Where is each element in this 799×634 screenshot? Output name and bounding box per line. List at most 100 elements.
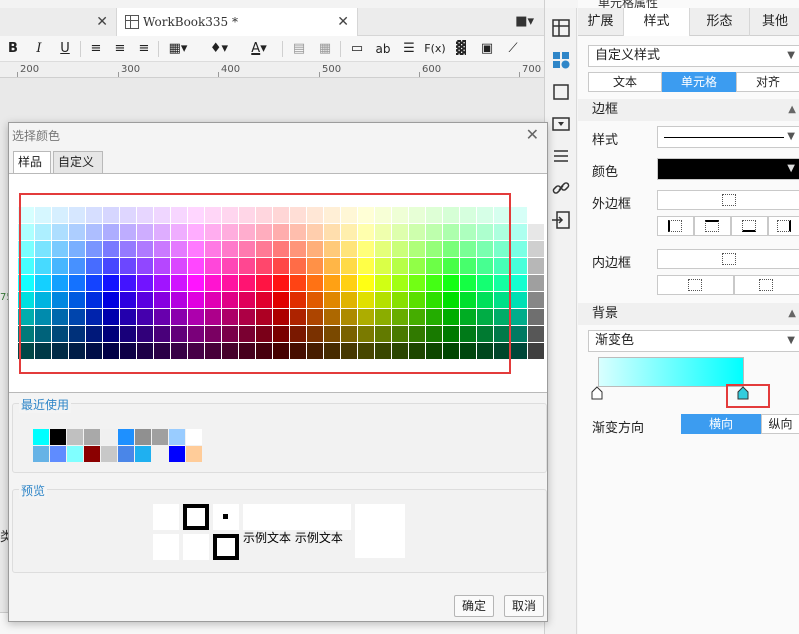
inner-vertical-icon — [759, 279, 773, 291]
color-swatch[interactable] — [511, 343, 527, 359]
color-swatch[interactable] — [511, 258, 527, 274]
subtab-text[interactable]: 文本 — [588, 72, 662, 92]
color-swatch[interactable] — [528, 224, 544, 240]
bold-button[interactable]: B — [6, 39, 20, 59]
recent-color-swatch[interactable] — [186, 429, 202, 445]
list-icon[interactable] — [551, 146, 571, 166]
chart-icon[interactable]: ▓ — [452, 39, 470, 59]
color-swatch[interactable] — [511, 241, 527, 257]
split-cells-icon[interactable]: ▦ — [316, 39, 334, 59]
color-swatch[interactable] — [511, 326, 527, 342]
tab-samples[interactable]: 样品 — [13, 151, 51, 174]
color-swatch[interactable] — [528, 241, 544, 257]
slash-icon[interactable]: ⟋ — [504, 39, 522, 59]
recent-color-swatch[interactable] — [33, 446, 49, 462]
fill-color-icon[interactable]: ♦▾ — [204, 39, 234, 59]
color-swatch[interactable] — [528, 292, 544, 308]
recent-color-swatch[interactable] — [152, 446, 168, 462]
link-icon[interactable] — [551, 178, 571, 198]
tab-custom[interactable]: 自定义 — [53, 151, 103, 173]
tab-other[interactable]: 其他 — [750, 8, 799, 36]
recent-color-swatch[interactable] — [169, 446, 185, 462]
align-left-icon[interactable]: ≡ — [88, 39, 104, 59]
outer-border-all-button[interactable] — [657, 190, 799, 210]
direction-vertical[interactable]: 纵向 — [761, 414, 799, 434]
cell-properties-icon[interactable] — [551, 50, 571, 70]
tab-list-menu-icon[interactable]: ■▾ — [515, 14, 534, 29]
cancel-button[interactable]: 取消 — [504, 595, 544, 617]
inner-border-all-button[interactable] — [657, 249, 799, 269]
border-color-select[interactable]: ▼ — [657, 158, 799, 180]
color-swatch[interactable] — [511, 224, 527, 240]
recent-color-swatch[interactable] — [50, 446, 66, 462]
color-swatch[interactable] — [511, 207, 527, 223]
recent-color-swatch[interactable] — [84, 446, 100, 462]
align-right-icon[interactable]: ≡ — [136, 39, 152, 59]
border-dropdown-icon[interactable]: ▦▾ — [164, 39, 192, 59]
recent-color-swatch[interactable] — [135, 429, 151, 445]
widget-icon[interactable] — [551, 114, 571, 134]
align-center-icon[interactable]: ≡ — [112, 39, 128, 59]
recent-color-swatch[interactable] — [101, 429, 117, 445]
color-swatch[interactable] — [528, 326, 544, 342]
color-swatch[interactable] — [528, 207, 544, 223]
gradient-preview-bar[interactable] — [598, 357, 744, 387]
rich-text-icon[interactable]: ☰ — [400, 39, 418, 59]
border-left-button[interactable] — [657, 216, 694, 236]
color-swatch[interactable] — [511, 275, 527, 291]
recent-color-swatch[interactable] — [84, 429, 100, 445]
gradient-start-stop-icon[interactable] — [591, 386, 603, 400]
tab-expand[interactable]: 扩展 — [578, 8, 624, 36]
border-top-button[interactable] — [694, 216, 731, 236]
recent-color-swatch[interactable] — [118, 429, 134, 445]
recent-color-swatch[interactable] — [135, 446, 151, 462]
formula-button[interactable]: F(x) — [424, 39, 446, 59]
color-swatch[interactable] — [511, 309, 527, 325]
color-swatch[interactable] — [528, 343, 544, 359]
tab-previous-document[interactable]: ✕ — [0, 8, 116, 36]
background-section-header[interactable]: 背景 ▲ — [578, 303, 799, 325]
style-select[interactable]: 自定义样式 ▼ — [588, 45, 799, 67]
recent-color-swatch[interactable] — [101, 446, 117, 462]
recent-color-swatch[interactable] — [118, 446, 134, 462]
recent-color-swatch[interactable] — [169, 429, 185, 445]
direction-horizontal[interactable]: 横向 — [681, 414, 761, 434]
image-icon[interactable]: ▣ — [478, 39, 496, 59]
italic-button[interactable]: I — [32, 39, 46, 59]
border-style-select[interactable]: ▼ — [657, 126, 799, 148]
close-icon[interactable]: ✕ — [526, 125, 539, 144]
inner-horizontal-button[interactable] — [657, 275, 734, 295]
border-section-header[interactable]: 边框 ▲ — [578, 99, 799, 121]
link-icon[interactable]: ▭ — [348, 39, 366, 59]
color-swatch[interactable] — [528, 309, 544, 325]
border-right-button[interactable] — [768, 216, 799, 236]
inner-vertical-button[interactable] — [734, 275, 799, 295]
text-cell-button[interactable]: ab — [374, 39, 392, 59]
tab-style[interactable]: 样式 — [624, 8, 690, 36]
color-swatch[interactable] — [528, 275, 544, 291]
background-mode-select[interactable]: 渐变色 ▼ — [588, 330, 799, 352]
tab-workbook335[interactable]: WorkBook335 * ✕ — [116, 8, 358, 36]
close-tab-icon[interactable]: ✕ — [96, 8, 108, 36]
subtab-cell[interactable]: 单元格 — [662, 72, 736, 92]
toolbar-divider — [158, 41, 159, 57]
recent-color-swatch[interactable] — [152, 429, 168, 445]
recent-color-swatch[interactable] — [67, 429, 83, 445]
subtab-align[interactable]: 对齐 — [736, 72, 799, 92]
border-bottom-button[interactable] — [731, 216, 768, 236]
color-swatch[interactable] — [511, 292, 527, 308]
color-swatch[interactable] — [528, 258, 544, 274]
merge-cells-icon[interactable]: ▤ — [290, 39, 308, 59]
square-icon[interactable] — [551, 82, 571, 102]
recent-color-swatch[interactable] — [186, 446, 202, 462]
import-icon[interactable] — [551, 210, 571, 230]
recent-color-swatch[interactable] — [33, 429, 49, 445]
grid-settings-icon[interactable] — [551, 18, 571, 38]
underline-button[interactable]: U — [58, 39, 72, 59]
font-color-button[interactable]: A▾ — [244, 39, 274, 59]
recent-color-swatch[interactable] — [50, 429, 66, 445]
ok-button[interactable]: 确定 — [454, 595, 494, 617]
tab-form[interactable]: 形态 — [690, 8, 750, 36]
recent-color-swatch[interactable] — [67, 446, 83, 462]
close-tab-icon[interactable]: ✕ — [337, 8, 349, 36]
